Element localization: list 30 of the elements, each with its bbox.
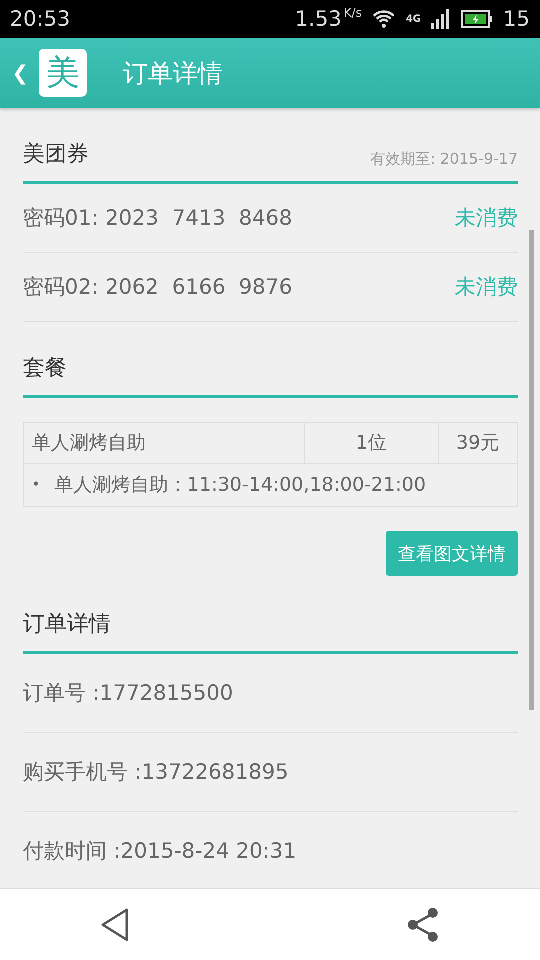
table-cell: 1位 — [304, 423, 438, 463]
order-field: 付款时间 :2015-8-24 20:31 — [23, 837, 297, 865]
order-field: 购买手机号 :13722681895 — [23, 758, 289, 786]
battery-icon — [461, 10, 494, 28]
expiry-date: 有效期至: 2015-9-17 — [370, 150, 518, 169]
view-details-button[interactable]: 查看图文详情 — [386, 531, 518, 576]
voucher-code: 密码02: 2062 6166 9876 — [23, 274, 293, 301]
section-title: 美团券 — [23, 141, 89, 169]
share-icon[interactable] — [406, 907, 440, 943]
speed-unit: K/s — [344, 6, 362, 20]
bullet: • — [32, 477, 40, 493]
wifi-icon — [372, 9, 396, 29]
signal-icon — [431, 9, 452, 29]
voucher-status: 未消费 — [455, 274, 518, 301]
network-speed: 1.53 — [295, 7, 342, 31]
voucher-status: 未消费 — [455, 205, 518, 232]
table-cell-text: 单人涮烤自助 — [31, 431, 147, 456]
section-title: 订单详情 — [23, 611, 111, 639]
clock-time: 20:53 — [10, 7, 71, 31]
hours-note: 单人涮烤自助：11:30-14:00,18:00-21:00 — [54, 473, 426, 498]
voucher-code: 密码01: 2023 7413 8468 — [23, 205, 293, 232]
network-type: 4G — [406, 14, 422, 24]
page-title: 订单详情 — [122, 58, 223, 90]
back-icon[interactable] — [100, 908, 130, 942]
section-title: 套餐 — [23, 355, 67, 383]
app-logo: 美 — [38, 49, 87, 97]
order-field: 订单号 :1772815500 — [23, 679, 234, 707]
table-cell: 39元 — [438, 423, 517, 463]
battery-level: 15 — [503, 7, 530, 31]
back-button[interactable]: ❮ — [12, 61, 29, 85]
